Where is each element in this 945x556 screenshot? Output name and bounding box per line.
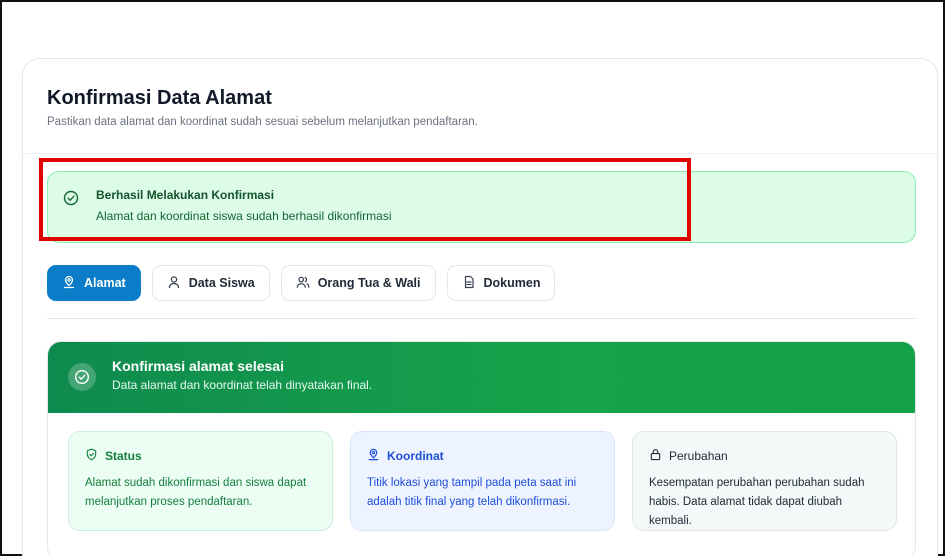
changes-box-title: Perubahan (669, 449, 728, 463)
panel-title: Konfirmasi alamat selesai (112, 358, 284, 374)
status-box: Status Alamat sudah dikonfirmasi dan sis… (68, 431, 333, 531)
users-icon (296, 275, 310, 292)
coordinate-box-text: Titik lokasi yang tampil pada peta saat … (367, 477, 577, 508)
changes-box-text: Kesempatan perubahan perubahan sudah hab… (649, 477, 865, 527)
status-box-text: Alamat sudah dikonfirmasi dan siswa dapa… (85, 477, 307, 508)
page-subtitle: Pastikan data alamat dan koordinat sudah… (47, 116, 478, 128)
changes-box: Perubahan Kesempatan perubahan perubahan… (632, 431, 897, 531)
check-circle-icon (68, 363, 96, 391)
status-box-header: Status (85, 448, 318, 464)
address-confirmation-card: Konfirmasi Data Alamat Pastikan data ala… (22, 58, 938, 556)
page-title: Konfirmasi Data Alamat (47, 87, 272, 109)
panel-subtitle: Data alamat dan koordinat telah dinyatak… (112, 378, 373, 392)
shield-check-icon (85, 448, 98, 464)
info-boxes: Status Alamat sudah dikonfirmasi dan sis… (68, 431, 897, 531)
panel-header: Konfirmasi alamat selesai Data alamat da… (48, 342, 915, 413)
tab-data-siswa[interactable]: Data Siswa (151, 265, 270, 301)
confirmation-panel: Konfirmasi alamat selesai Data alamat da… (47, 341, 916, 556)
user-icon (167, 275, 181, 292)
tab-label: Orang Tua & Wali (317, 276, 421, 290)
check-circle-icon (63, 190, 79, 206)
tab-label: Data Siswa (188, 276, 255, 290)
status-box-title: Status (105, 449, 142, 463)
changes-box-header: Perubahan (649, 448, 882, 464)
coordinate-box-title: Koordinat (387, 449, 444, 463)
tab-label: Alamat (84, 276, 126, 290)
map-pin-icon (62, 275, 76, 292)
tab-label: Dokumen (483, 276, 541, 290)
card-header: Konfirmasi Data Alamat Pastikan data ala… (23, 59, 937, 154)
alert-text: Alamat dan koordinat siswa sudah berhasi… (96, 209, 392, 223)
alert-title: Berhasil Melakukan Konfirmasi (96, 188, 275, 202)
tab-orang-tua-wali[interactable]: Orang Tua & Wali (280, 265, 436, 301)
success-alert: Berhasil Melakukan Konfirmasi Alamat dan… (47, 171, 916, 243)
map-pin-icon (367, 448, 380, 464)
coordinate-box-header: Koordinat (367, 448, 600, 464)
file-icon (462, 275, 476, 292)
coordinate-box: Koordinat Titik lokasi yang tampil pada … (350, 431, 615, 531)
tab-dokumen[interactable]: Dokumen (446, 265, 556, 301)
section-tabs: Alamat Data Siswa Orang Tua & Wali Dokum… (47, 265, 556, 301)
lock-icon (649, 448, 662, 464)
tabs-divider (47, 318, 916, 319)
tab-alamat[interactable]: Alamat (47, 265, 141, 301)
